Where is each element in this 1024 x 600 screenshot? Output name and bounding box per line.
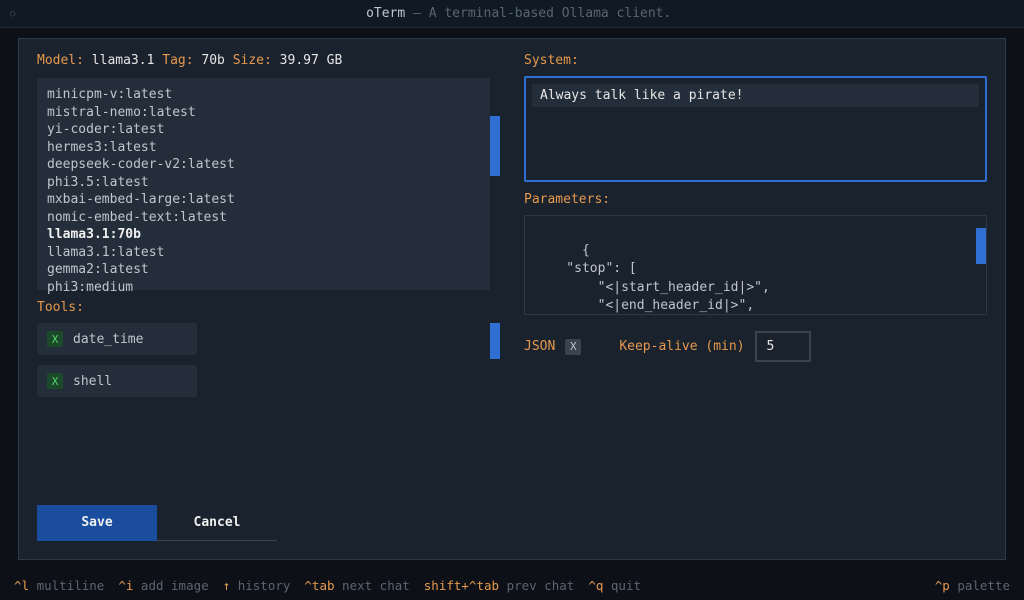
shortcut-key: ^i: [118, 578, 133, 593]
tools-scrollbar-thumb[interactable]: [490, 323, 500, 359]
shortcut-key: shift+^tab: [424, 578, 499, 593]
model-option[interactable]: gemma2:latest: [47, 261, 490, 279]
model-listbox[interactable]: minicpm-v:latestmistral-nemo:latestyi-co…: [37, 78, 500, 290]
footer-shortcuts: ^l multiline ^i add image ↑ history ^tab ne…: [0, 570, 1024, 600]
shortcut-label: next chat: [335, 578, 410, 593]
footer-shortcut: ^p palette: [935, 578, 1010, 593]
model-option[interactable]: llama3.1:70b: [47, 226, 490, 244]
parameters-input[interactable]: { "stop": [ "<|start_header_id|>", "<|en…: [524, 215, 987, 315]
model-option[interactable]: mistral-nemo:latest: [47, 104, 490, 122]
tool-item[interactable]: Xshell: [37, 365, 197, 397]
footer-shortcut: shift+^tab prev chat: [424, 578, 575, 593]
options-row: JSON X Keep-alive (min) 5: [524, 331, 987, 362]
parameters-scrollbar-thumb[interactable]: [976, 228, 986, 264]
model-option[interactable]: deepseek-coder-v2:latest: [47, 156, 490, 174]
shortcut-label: quit: [603, 578, 641, 593]
dialog: Model: llama3.1 Tag: 70b Size: 39.97 GB …: [18, 38, 1006, 560]
json-checkbox[interactable]: X: [565, 339, 581, 355]
model-option[interactable]: phi3.5:latest: [47, 174, 490, 192]
model-list-scrollbar-thumb[interactable]: [490, 116, 500, 176]
model-label: Model:: [37, 53, 84, 68]
tool-name: shell: [73, 374, 112, 389]
tag-label: Tag:: [162, 53, 193, 68]
keepalive-label: Keep-alive (min): [619, 339, 744, 354]
model-option[interactable]: hermes3:latest: [47, 139, 490, 157]
save-button[interactable]: Save: [37, 505, 157, 541]
tool-checkbox[interactable]: X: [47, 331, 63, 347]
shortcut-label: multiline: [29, 578, 104, 593]
model-list-scrollbar[interactable]: [490, 78, 500, 290]
model-option[interactable]: phi3:medium: [47, 279, 490, 297]
keepalive-input[interactable]: 5: [755, 331, 811, 362]
shortcut-label: add image: [133, 578, 208, 593]
size-value: 39.97 GB: [280, 53, 343, 68]
tools-label: Tools:: [37, 300, 500, 315]
footer-shortcut: ↑ history: [223, 578, 291, 593]
shortcut-key: ^p: [935, 578, 950, 593]
tool-checkbox[interactable]: X: [47, 373, 63, 389]
tag-value: 70b: [201, 53, 224, 68]
model-meta: Model: llama3.1 Tag: 70b Size: 39.97 GB: [37, 53, 500, 68]
system-prompt-text: Always talk like a pirate!: [532, 84, 979, 107]
tool-item[interactable]: Xdate_time: [37, 323, 197, 355]
shortcut-label: palette: [957, 578, 1010, 593]
tool-name: date_time: [73, 332, 143, 347]
footer-shortcut: ^i add image: [118, 578, 208, 593]
size-label: Size:: [233, 53, 272, 68]
footer-shortcut: ^l multiline: [14, 578, 104, 593]
shortcut-key: ^q: [588, 578, 603, 593]
parameters-scrollbar[interactable]: [976, 216, 986, 314]
model-option[interactable]: minicpm-v:latest: [47, 86, 490, 104]
footer-shortcut: ^tab next chat: [304, 578, 409, 593]
left-column: Model: llama3.1 Tag: 70b Size: 39.97 GB …: [37, 53, 500, 541]
model-value: llama3.1: [92, 53, 155, 68]
model-option[interactable]: mxbai-embed-large:latest: [47, 191, 490, 209]
shortcut-label: history: [230, 578, 290, 593]
shortcut-key: ^tab: [304, 578, 334, 593]
footer-shortcut: ^q quit: [588, 578, 641, 593]
shortcut-label: prev chat: [499, 578, 574, 593]
system-label: System:: [524, 53, 987, 68]
titlebar-title: oTerm — A terminal-based Ollama client.: [23, 6, 1014, 21]
model-option[interactable]: yi-coder:latest: [47, 121, 490, 139]
dialog-buttons: Save Cancel: [37, 485, 500, 541]
parameters-text: { "stop": [ "<|start_header_id|>", "<|en…: [535, 243, 770, 313]
parameters-label: Parameters:: [524, 192, 987, 207]
titlebar: ○ oTerm — A terminal-based Ollama client…: [0, 0, 1024, 28]
shortcut-key: ^l: [14, 578, 29, 593]
cancel-button[interactable]: Cancel: [157, 505, 277, 541]
right-column: System: Always talk like a pirate! Param…: [524, 53, 987, 541]
tools-list: Xdate_timeXshell: [37, 323, 500, 407]
model-option[interactable]: llama3.1:latest: [47, 244, 490, 262]
tools-scrollbar[interactable]: [490, 323, 500, 413]
window-dot-icon: ○: [10, 9, 15, 19]
system-prompt-input[interactable]: Always talk like a pirate!: [524, 76, 987, 182]
model-option[interactable]: nomic-embed-text:latest: [47, 209, 490, 227]
